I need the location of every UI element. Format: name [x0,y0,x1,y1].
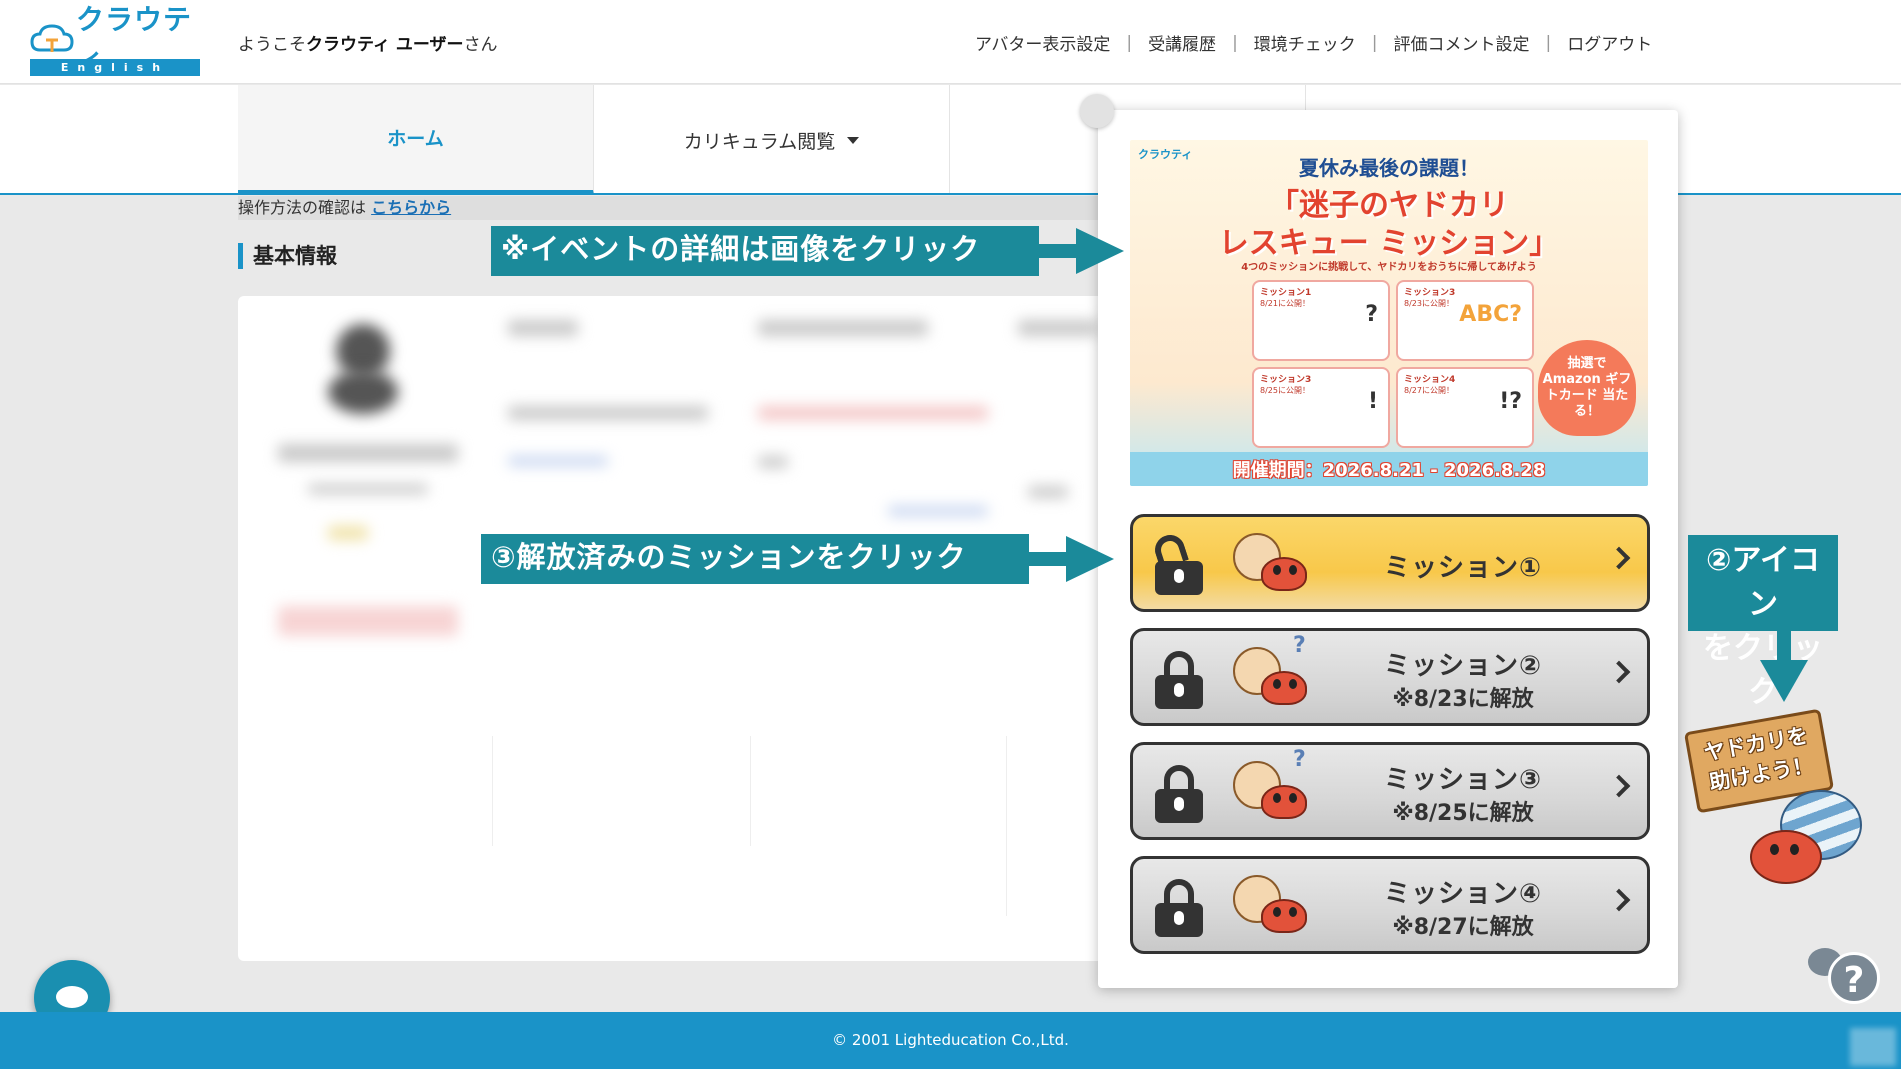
section-title: 基本情報 [238,243,337,269]
app-header: クラウティ English ようこそクラウティ ユーザーさん アバター表示設定 … [0,0,1901,84]
footer-copyright: © 2001 Lighteducation Co.,Ltd. [0,1012,1901,1069]
chevron-right-icon [1607,888,1631,912]
mission-2-button[interactable]: ? ミッション② ※8/23に解放 [1130,628,1650,726]
mission-unlock-date: ※8/25に解放 [1392,801,1534,826]
banner-subtitle: 夏休み最後の課題！ [1299,156,1479,180]
banner-mission-cell: ミッション3 8/23に公開！ ABC? [1396,280,1534,361]
logo-subtitle: English [30,59,200,76]
arrow-down-icon [1760,660,1808,702]
arrow-right-icon [1066,536,1114,582]
popup-close-button[interactable] [1080,94,1114,128]
banner-mission-cell: ミッション1 8/21に公開！? [1252,280,1390,361]
chevron-right-icon [1607,546,1631,570]
lock-icon [1155,651,1203,709]
nav-evaluation-comment-settings[interactable]: 評価コメント設定 [1394,30,1530,55]
hermit-crab-icon [1233,531,1313,599]
welcome-message: ようこそクラウティ ユーザーさん [238,35,498,55]
hermit-crab-icon [1233,873,1313,941]
banner-lead: 4つのミッションに挑戦して、ヤドカリをおうちに帰してあげよう [1241,262,1537,273]
logo[interactable]: クラウティ English [30,3,200,78]
event-period: 開催期間：2026.8.21 - 2026.8.28 [1232,460,1546,481]
mission-3-button[interactable]: ? ミッション③ ※8/25に解放 [1130,742,1650,840]
callout-image-click: ※イベントの詳細は画像をクリック [491,226,1039,276]
mission-label: ミッション① [1383,553,1542,583]
nav-avatar-settings[interactable]: アバター表示設定 [975,30,1110,55]
event-banner-image[interactable]: クラウティ 夏休み最後の課題！ 「迷子のヤドカリ レスキュー ミッション」 4つ… [1130,140,1648,486]
callout-mission-click: ③解放済みのミッションをクリック [481,534,1029,584]
hermit-crab-mascot-icon[interactable] [1740,790,1890,900]
basic-info-card [238,296,1238,961]
user-name: クラウティ ユーザー [306,35,464,55]
lock-icon [1155,765,1203,823]
mission-4-button[interactable]: ミッション④ ※8/27に解放 [1130,856,1650,954]
cloud-logo-icon [30,22,74,54]
mission-unlock-date: ※8/27に解放 [1392,915,1534,940]
banner-mission-cell: ミッション3 8/25に公開！! [1252,367,1390,448]
mission-label: ミッション④ [1383,879,1542,909]
mission-label: ミッション② [1383,651,1542,681]
top-nav: アバター表示設定 | 受講履歴 | 環境チェック | 評価コメント設定 | ログ… [975,30,1652,56]
question-mark-icon: ? [1293,747,1306,772]
chat-bubble-icon [56,986,88,1008]
mission-unlock-date: ※8/23に解放 [1392,687,1534,712]
chevron-right-icon [1607,774,1631,798]
lock-icon [1155,879,1203,937]
unlock-icon [1151,531,1203,595]
tab-curriculum[interactable]: カリキュラム閲覧 [594,85,950,195]
chevron-right-icon [1607,660,1631,684]
nav-course-history[interactable]: 受講履歴 [1148,30,1216,55]
caret-down-icon [847,136,860,144]
banner-mission-grid: ミッション1 8/21に公開！? ミッション3 8/23に公開！ ABC? ミッション… [1252,280,1534,448]
nav-environment-check[interactable]: 環境チェック [1254,30,1356,55]
question-mark-icon: ? [1293,633,1306,658]
banner-title-line2: レスキュー ミッション」 [1218,226,1560,261]
howto-bar: 操作方法の確認は こちらから [238,196,1098,220]
banner-mission-cell: ミッション4 8/27に公開！!? [1396,367,1534,448]
howto-link[interactable]: こちらから [371,198,451,217]
event-popup: クラウティ 夏休み最後の課題！ 「迷子のヤドカリ レスキュー ミッション」 4つ… [1098,110,1678,988]
mission-label: ミッション③ [1383,765,1542,795]
tab-home[interactable]: ホーム [238,85,594,195]
nav-logout[interactable]: ログアウト [1567,30,1652,55]
mission-1-button[interactable]: ミッション① [1130,514,1650,612]
help-icon[interactable]: ? [1828,952,1880,1004]
callout-icon-click: ②アイコン をクリック [1688,535,1838,710]
arrow-right-icon [1076,228,1124,274]
gift-card-badge: 抽選で Amazon ギフトカード 当たる！ [1538,340,1636,436]
